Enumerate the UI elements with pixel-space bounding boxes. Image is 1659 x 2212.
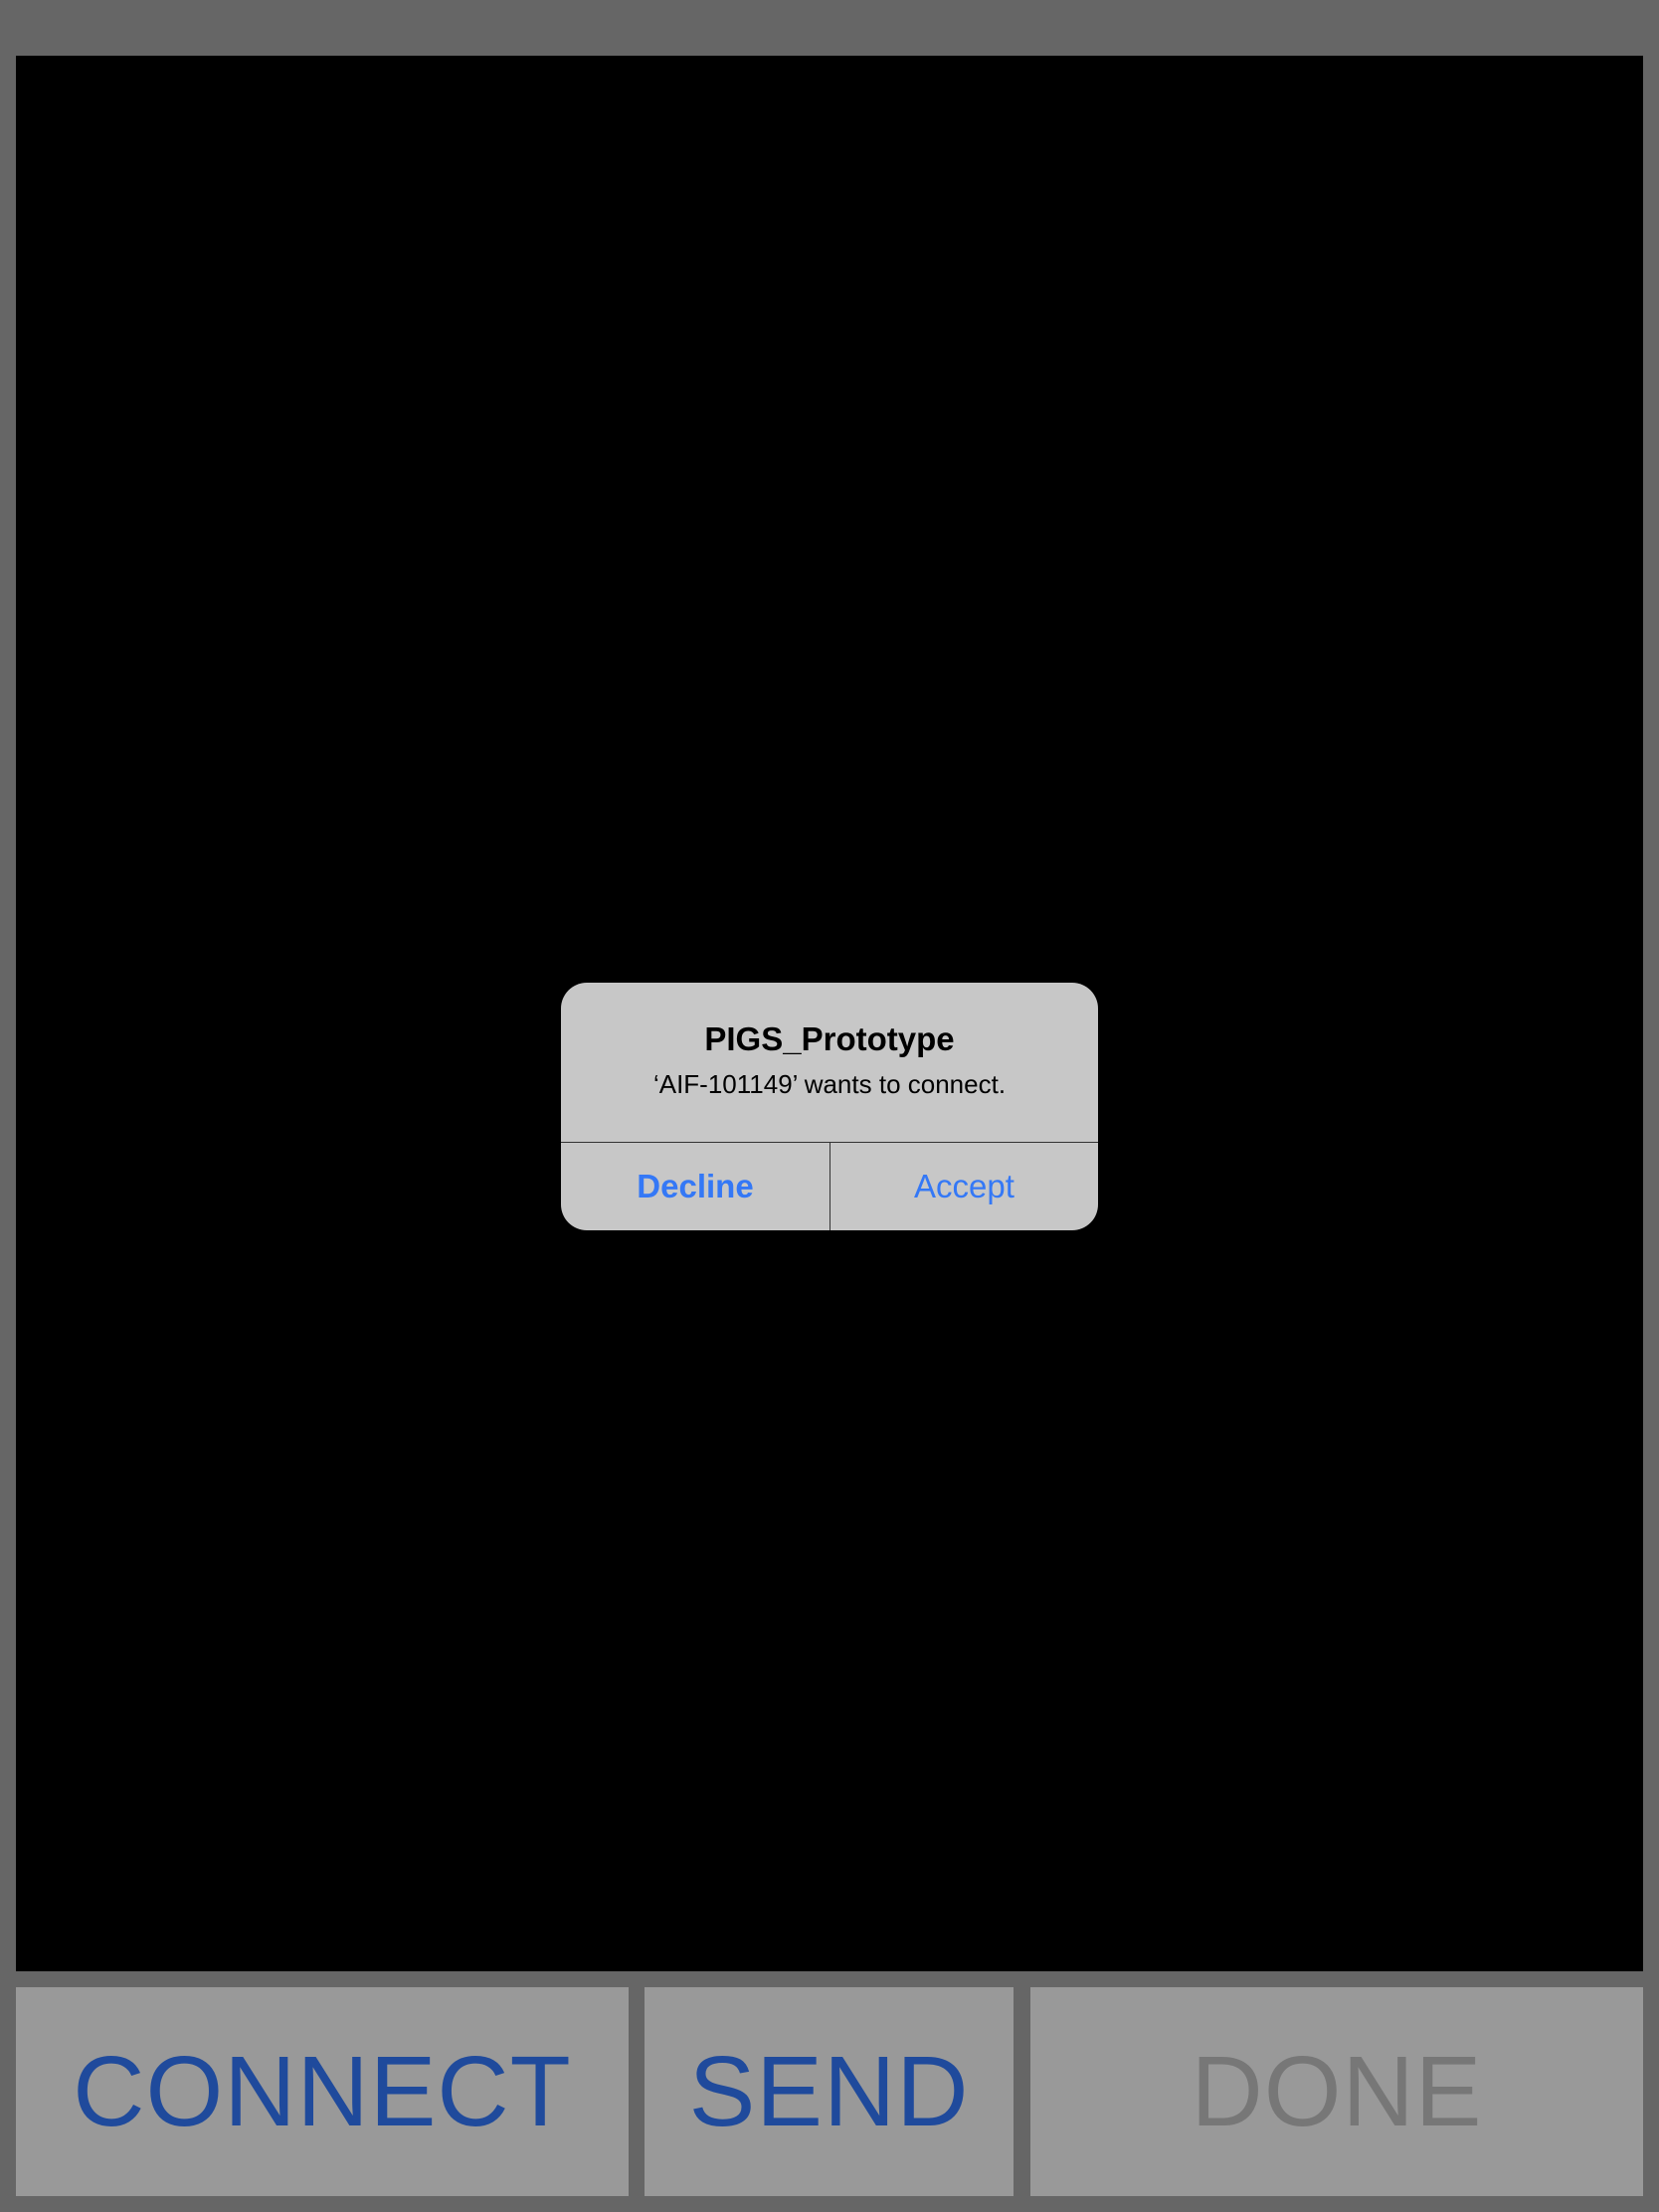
alert-title: PIGS_Prototype — [704, 1020, 955, 1057]
connect-button[interactable]: CONNECT — [16, 1987, 629, 2196]
decline-button[interactable]: Decline — [561, 1143, 830, 1230]
done-button[interactable]: DONE — [1030, 1987, 1643, 2196]
connection-alert: PIGS_Prototype ‘AIF-101149’ wants to con… — [561, 983, 1098, 1230]
alert-message: ‘AIF-101149’ wants to connect. — [652, 1069, 1007, 1099]
accept-button[interactable]: Accept — [830, 1143, 1098, 1230]
alert-body: PIGS_Prototype ‘AIF-101149’ wants to con… — [561, 983, 1098, 1142]
send-button[interactable]: SEND — [645, 1987, 1014, 2196]
